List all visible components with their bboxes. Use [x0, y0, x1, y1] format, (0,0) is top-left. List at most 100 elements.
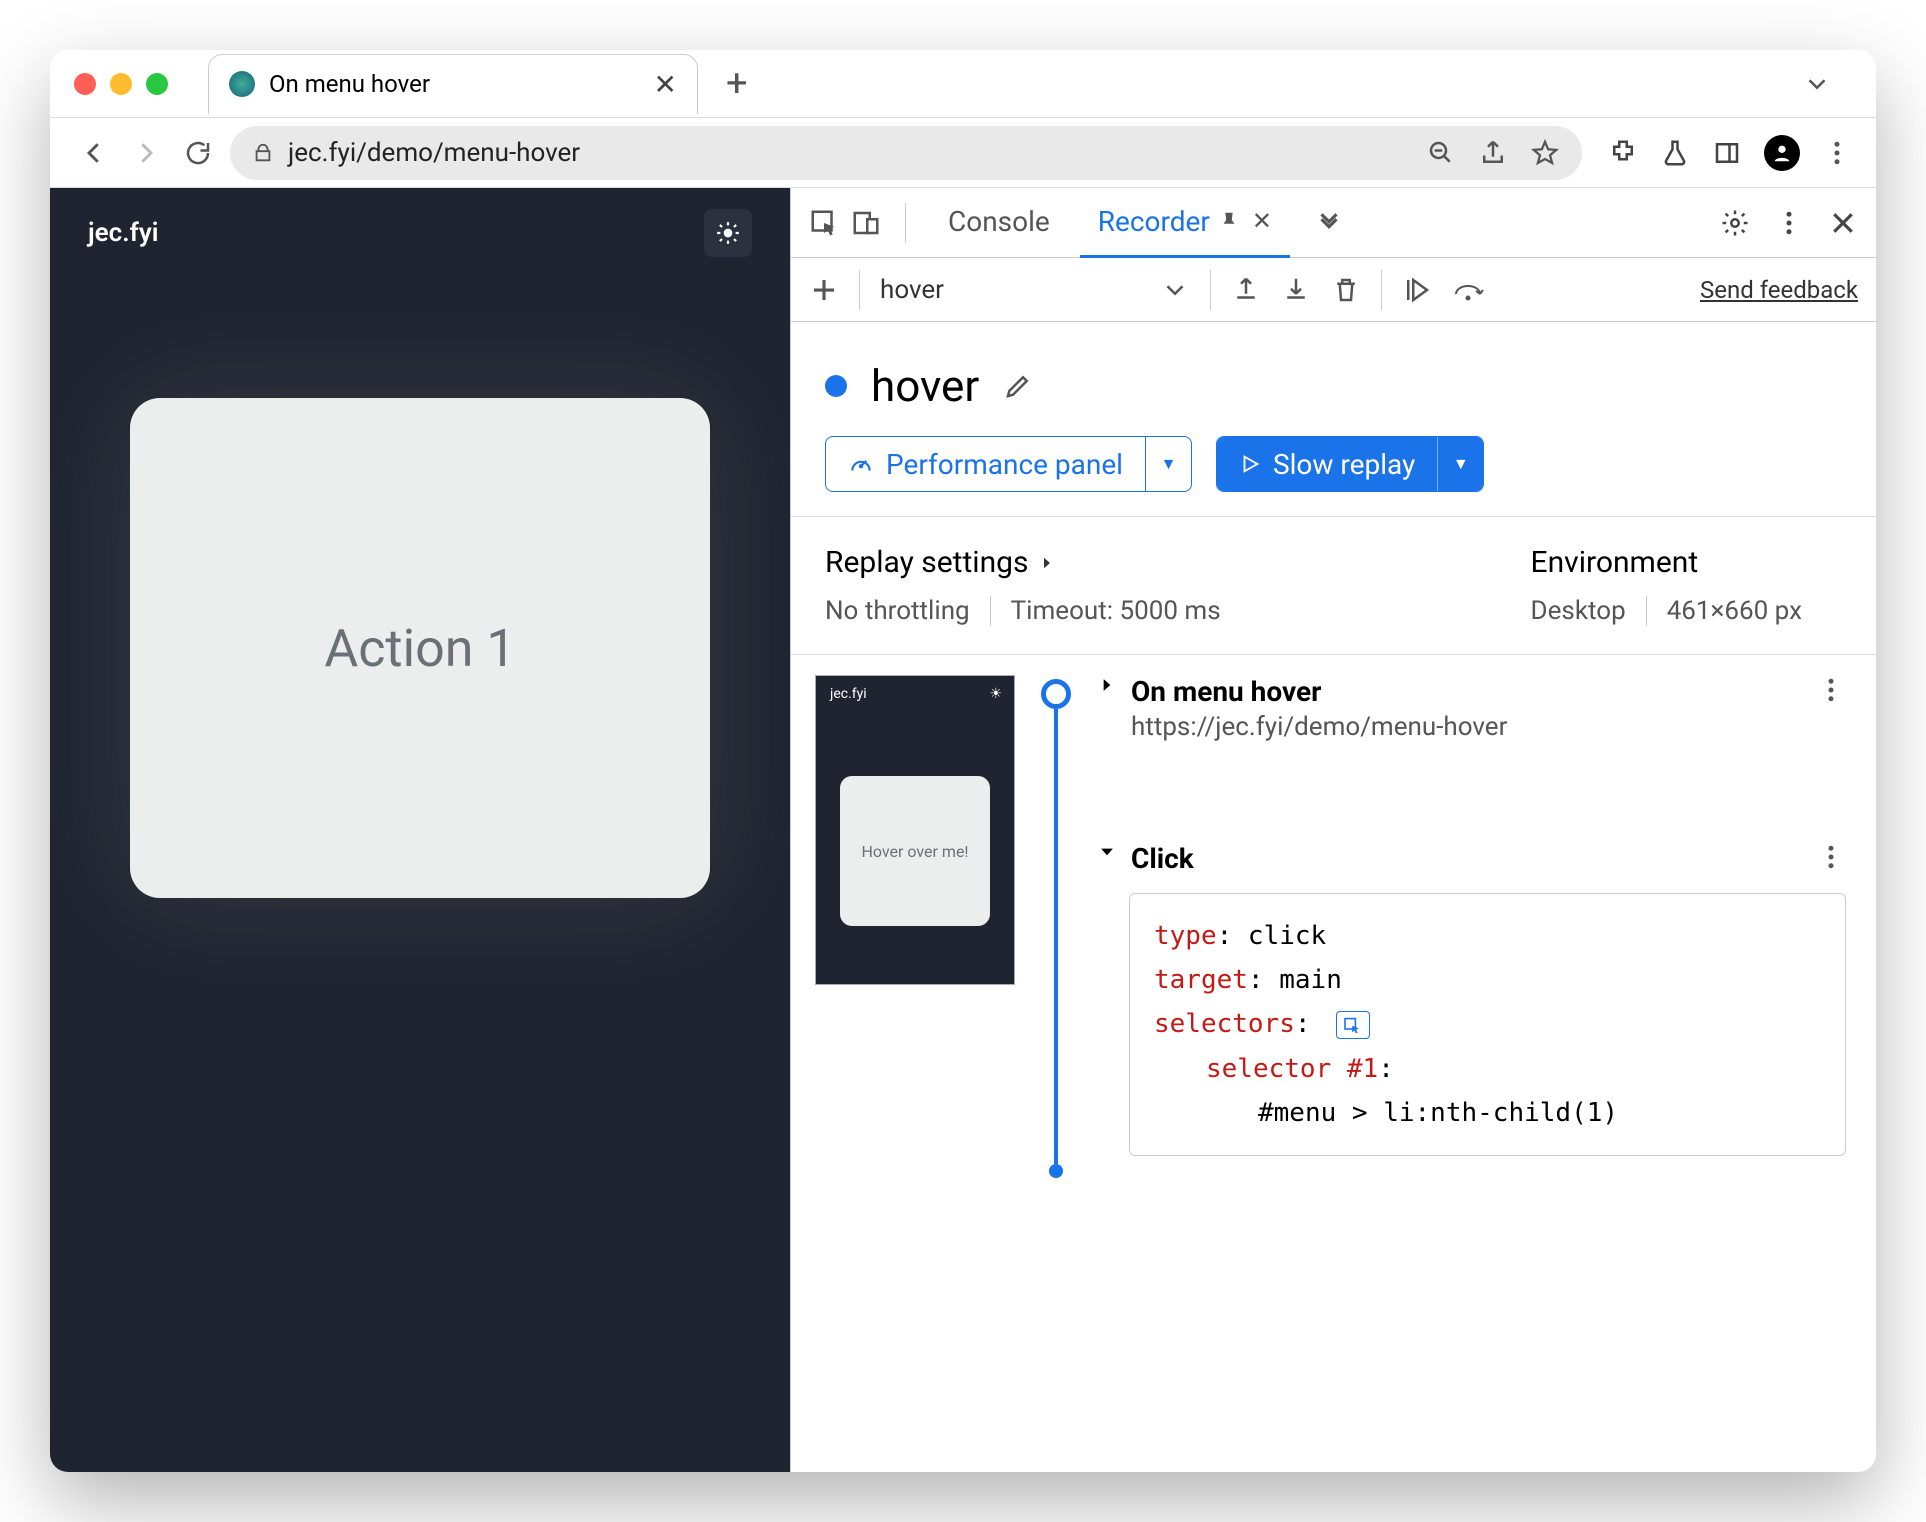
devtools-panel: Console Recorder ✕ hover: [790, 188, 1876, 1472]
lock-icon: [252, 142, 274, 164]
send-feedback-link[interactable]: Send feedback: [1700, 276, 1858, 304]
reload-icon: [183, 138, 213, 168]
continue-icon[interactable]: [1402, 275, 1432, 305]
maximize-window-button[interactable]: [146, 73, 168, 95]
reload-button[interactable]: [178, 133, 218, 173]
play-icon: [1239, 453, 1261, 475]
slow-replay-button[interactable]: Slow replay ▼: [1216, 436, 1484, 492]
tab-close-icon[interactable]: ✕: [1252, 207, 1272, 235]
url-bar[interactable]: jec.fyi/demo/menu-hover: [230, 126, 1582, 180]
step-click[interactable]: Click type: click target: main selectors…: [1097, 842, 1846, 1156]
recording-header: hover: [791, 322, 1876, 436]
thumb-sun-icon: ☀: [989, 686, 1002, 702]
step-navigate[interactable]: On menu hover https://jec.fyi/demo/menu-…: [1097, 675, 1846, 742]
new-tab-button[interactable]: +: [726, 62, 748, 106]
caret-right-icon: [1097, 675, 1117, 695]
window-controls: [74, 73, 168, 95]
step-over-icon[interactable]: [1452, 275, 1490, 305]
selector-picker-button[interactable]: [1336, 1011, 1370, 1039]
timeline-start-icon: [1041, 679, 1071, 709]
page-thumbnail[interactable]: jec.fyi ☀ Hover over me!: [815, 675, 1015, 985]
replay-settings: Replay settings No throttling Timeout: 5…: [791, 516, 1876, 654]
kebab-icon[interactable]: [1774, 208, 1804, 238]
import-icon[interactable]: [1281, 275, 1311, 305]
address-bar: jec.fyi/demo/menu-hover: [50, 118, 1876, 188]
extensions-icon[interactable]: [1608, 138, 1638, 168]
inspect-icon[interactable]: [809, 208, 839, 238]
recording-dropdown-icon[interactable]: [1160, 275, 1190, 305]
tab-title: On menu hover: [269, 70, 430, 98]
rendered-page: jec.fyi Action 1: [50, 188, 790, 1472]
recording-actions: Performance panel ▼ Slow replay ▼: [791, 436, 1876, 516]
page-brand[interactable]: jec.fyi: [88, 218, 158, 248]
tab-console[interactable]: Console: [930, 188, 1068, 258]
step-menu-icon[interactable]: [1816, 842, 1846, 872]
favicon-icon: [229, 71, 255, 97]
theme-toggle-button[interactable]: [704, 209, 752, 257]
step-list: On menu hover https://jec.fyi/demo/menu-…: [1097, 675, 1876, 1178]
step-details-code: type: click target: main selectors: sele…: [1129, 893, 1846, 1156]
sun-icon: [715, 220, 741, 246]
devtools-tabbar: Console Recorder ✕: [791, 188, 1876, 258]
window-titlebar: On menu hover ✕ +: [50, 50, 1876, 118]
recorder-toolbar: hover Send feedback: [791, 258, 1876, 322]
export-icon[interactable]: [1231, 275, 1261, 305]
labs-icon[interactable]: [1660, 138, 1690, 168]
back-button[interactable]: [74, 133, 114, 173]
close-window-button[interactable]: [74, 73, 96, 95]
url-text: jec.fyi/demo/menu-hover: [288, 138, 580, 168]
throttling-value: No throttling: [825, 596, 970, 626]
card-text: Action 1: [324, 618, 515, 679]
toolbar-icons: [1608, 135, 1852, 171]
forward-button[interactable]: [126, 133, 166, 173]
performance-panel-button[interactable]: Performance panel ▼: [825, 436, 1192, 492]
tab-recorder[interactable]: Recorder ✕: [1080, 188, 1290, 258]
steps-area: jec.fyi ☀ Hover over me!: [791, 654, 1876, 1198]
gauge-icon: [848, 451, 874, 477]
profile-avatar[interactable]: [1764, 135, 1800, 171]
person-icon: [1771, 142, 1793, 164]
action-card[interactable]: Action 1: [130, 398, 710, 898]
browser-window: On menu hover ✕ + jec.fyi/demo/menu-hove…: [50, 50, 1876, 1472]
arrow-right-icon: [131, 138, 161, 168]
tab-list-button[interactable]: [1802, 69, 1832, 99]
chevron-right-icon: [1038, 554, 1056, 572]
env-size: 461×660 px: [1667, 596, 1802, 626]
edit-pencil-icon[interactable]: [1003, 371, 1033, 401]
perf-dropdown[interactable]: ▼: [1145, 437, 1191, 491]
step-menu-icon[interactable]: [1816, 675, 1846, 705]
recorder-body: hover Performance panel ▼ Sl: [791, 322, 1876, 1472]
pin-icon: [1218, 210, 1240, 232]
omnibox-actions: [1426, 138, 1560, 168]
gear-icon[interactable]: [1720, 208, 1750, 238]
minimize-window-button[interactable]: [110, 73, 132, 95]
more-tabs-icon[interactable]: [1314, 208, 1344, 238]
page-header: jec.fyi: [50, 188, 790, 278]
select-element-icon: [1343, 1017, 1363, 1033]
step-timeline: [1033, 675, 1079, 1178]
replay-settings-heading[interactable]: Replay settings: [825, 545, 1221, 580]
caret-down-icon: [1097, 842, 1117, 862]
panel-icon[interactable]: [1712, 138, 1742, 168]
kebab-menu-icon[interactable]: [1822, 138, 1852, 168]
device-toggle-icon[interactable]: [851, 208, 881, 238]
add-recording-icon[interactable]: [809, 275, 839, 305]
close-devtools-icon[interactable]: [1828, 208, 1858, 238]
environment-heading: Environment: [1531, 545, 1699, 580]
recording-name: hover: [880, 275, 1140, 305]
timeline-step-dot: [1049, 1164, 1063, 1178]
share-icon[interactable]: [1478, 138, 1508, 168]
content-area: jec.fyi Action 1 Console Recorder ✕: [50, 188, 1876, 1472]
recording-status-dot: [825, 375, 847, 397]
delete-icon[interactable]: [1331, 275, 1361, 305]
zoom-out-icon[interactable]: [1426, 138, 1456, 168]
replay-dropdown[interactable]: ▼: [1437, 437, 1483, 491]
browser-tab[interactable]: On menu hover ✕: [208, 54, 698, 114]
arrow-left-icon: [79, 138, 109, 168]
recording-title: hover: [871, 360, 979, 412]
timeout-value: Timeout: 5000 ms: [1011, 596, 1221, 626]
tab-close-button[interactable]: ✕: [654, 68, 677, 101]
env-type: Desktop: [1531, 596, 1626, 626]
chevron-down-icon: [1802, 69, 1832, 99]
bookmark-star-icon[interactable]: [1530, 138, 1560, 168]
